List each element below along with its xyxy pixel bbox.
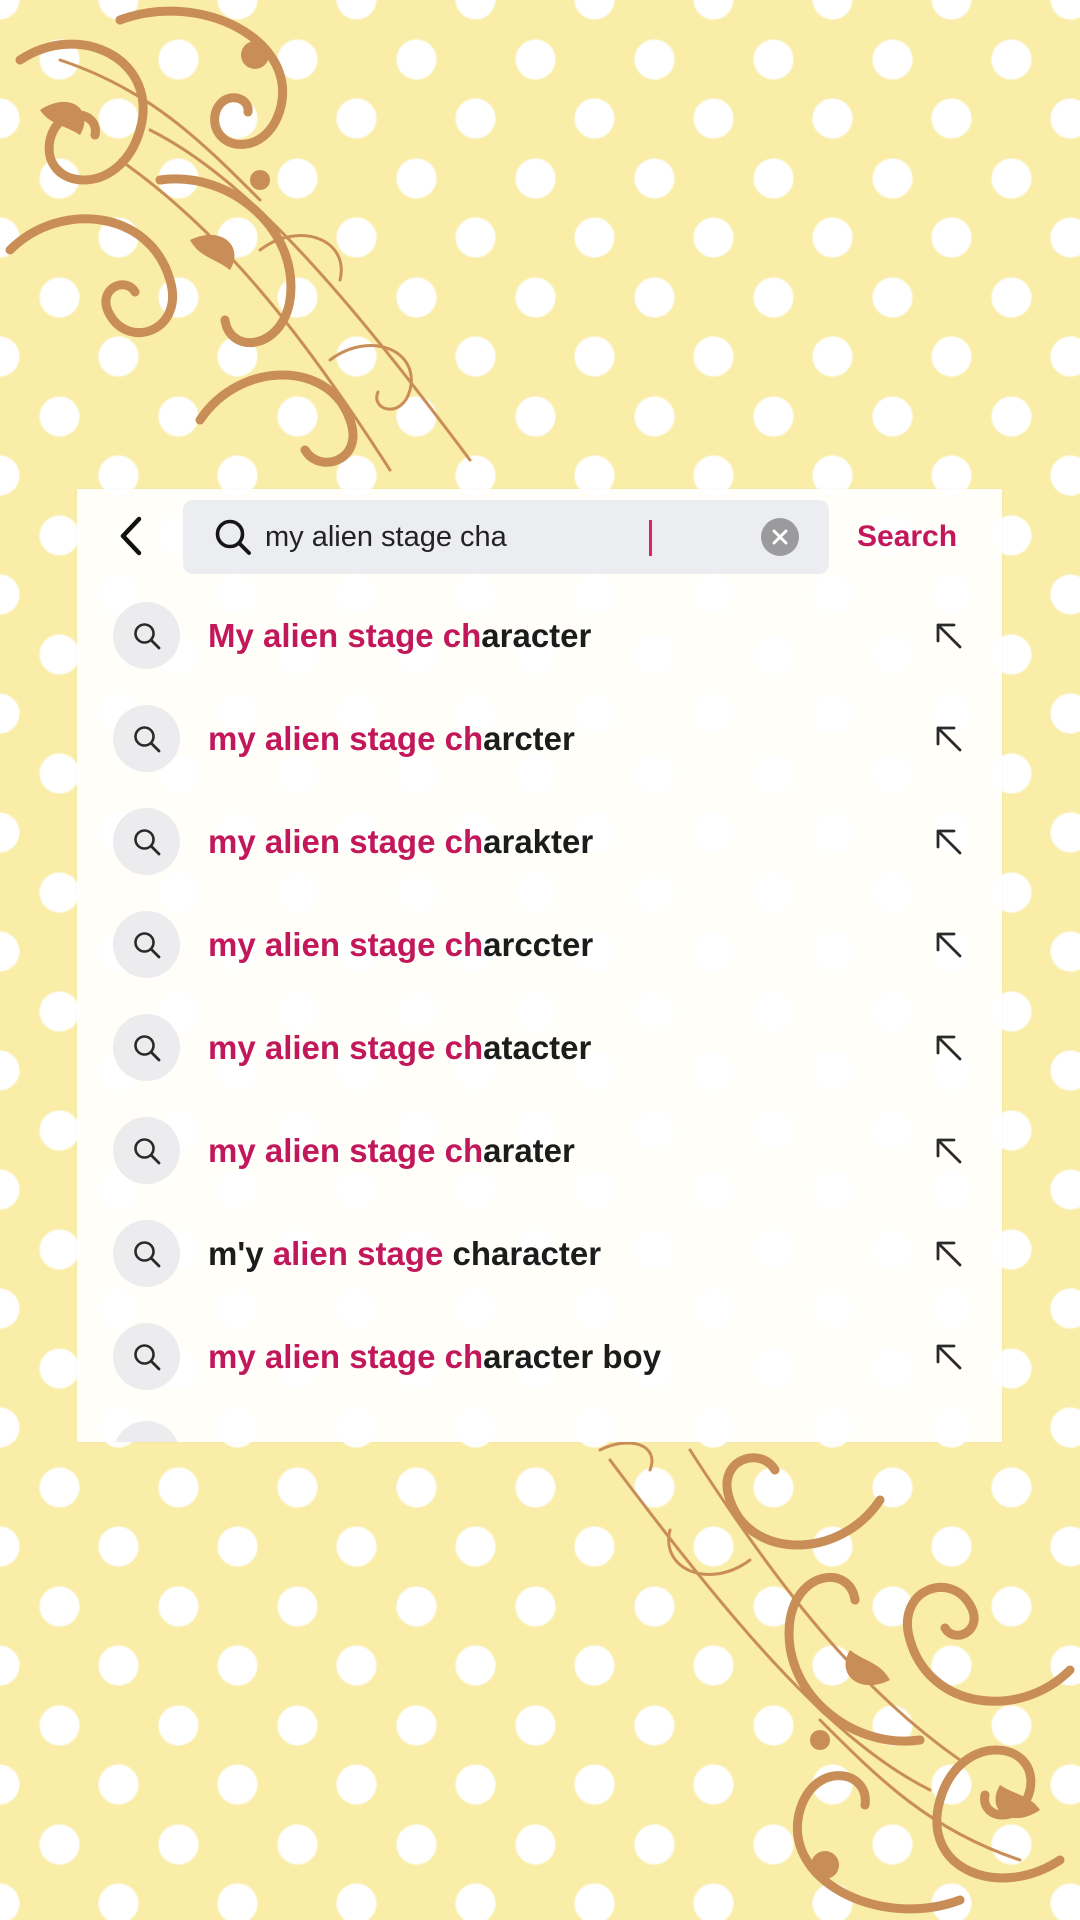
suggestion-search-icon-badge [113,705,180,772]
suggestion-search-icon-badge [113,1323,180,1390]
search-icon [133,1343,160,1370]
search-icon [133,931,160,958]
suggestion-text-match: my alien stage ch [208,720,484,757]
suggestion-text: my alien stage charcter [208,687,575,790]
suggestion-text-suffix: character [443,1235,602,1272]
suggestion-text: my alien stage charccter [208,893,593,996]
clear-button[interactable] [761,518,799,556]
search-panel: Search My alien stage character my alien… [77,489,1002,1442]
suggestion-text-match: my alien stage ch [208,1338,484,1375]
suggestion-search-icon-badge [113,1220,180,1287]
swirl-ornament-bottom [598,1441,1075,1914]
suggestion-text-match: my alien stage ch [208,926,484,963]
suggestion-text: My alien stage character [208,584,591,687]
suggestion-text: my alien stage character boy [208,1305,661,1408]
suggestion-item[interactable]: My alien stage character [77,584,1002,687]
swirl-ornament-top [5,6,472,472]
suggestion-text: m'y alien stage character [208,1202,601,1305]
suggestion-item[interactable]: my alien stage charcter [77,687,1002,790]
suggestion-text-suffix: aracter [481,617,592,654]
arrow-up-left-icon[interactable] [932,928,966,962]
arrow-up-left-icon[interactable] [932,1134,966,1168]
suggestion-item[interactable]: my alien stage charccter [77,893,1002,996]
suggestion-text-match: my alien stage ch [208,1029,484,1066]
suggestion-text: my alien stage charater [208,1099,575,1202]
suggestion-text-suffix: arccter [483,926,594,963]
search-input[interactable] [265,500,735,574]
search-icon [133,1137,160,1164]
suggestion-search-icon-badge [113,602,180,669]
search-icon [215,519,251,555]
suggestion-text-match: my alien stage ch [208,823,484,860]
search-icon [133,1034,160,1061]
arrow-up-left-icon[interactable] [932,1237,966,1271]
suggestion-search-icon-badge [113,1014,180,1081]
back-button[interactable] [107,511,157,561]
suggestion-item[interactable]: my alien stage chatacter [77,996,1002,1099]
suggestion-search-icon-badge [113,808,180,875]
suggestion-item[interactable]: my alien stage charakter [77,790,1002,893]
search-submit-button[interactable]: Search [857,507,957,567]
search-top-bar: Search [77,489,1002,584]
suggestion-text-suffix: aracter boy [483,1338,662,1375]
suggestion-text-suffix: arakter [483,823,594,860]
arrow-up-left-icon[interactable] [932,619,966,653]
search-icon [133,1240,160,1267]
suggestion-icon-partial [113,1421,180,1442]
chevron-left-icon [120,516,142,556]
suggestion-item[interactable]: my alien stage charater [77,1099,1002,1202]
close-icon [772,529,788,545]
suggestion-text-suffix: atacter [483,1029,592,1066]
suggestion-text: my alien stage chatacter [208,996,591,1099]
suggestion-text-prefix: m'y [208,1235,273,1272]
arrow-up-left-icon[interactable] [932,825,966,859]
suggestion-item[interactable]: my alien stage character boy [77,1305,1002,1408]
suggestion-text-suffix: arater [483,1132,575,1169]
suggestion-item[interactable]: m'y alien stage character [77,1202,1002,1305]
suggestion-text-match: My alien stage ch [208,617,482,654]
suggestion-text-match: alien stage [272,1235,444,1272]
search-icon [133,828,160,855]
search-icon [133,725,160,752]
arrow-up-left-icon[interactable] [932,1340,966,1374]
suggestion-text-suffix: arcter [483,720,575,757]
suggestion-text-match: my alien stage ch [208,1132,484,1169]
suggestion-search-icon-badge [113,1117,180,1184]
arrow-up-left-icon[interactable] [932,1031,966,1065]
search-field[interactable] [183,500,829,574]
suggestion-search-icon-badge [113,911,180,978]
suggestion-text: my alien stage charakter [208,790,593,893]
suggestion-list: My alien stage character my alien stage … [77,584,1002,1408]
text-caret [649,520,652,556]
arrow-up-left-icon[interactable] [932,722,966,756]
search-icon [133,622,160,649]
